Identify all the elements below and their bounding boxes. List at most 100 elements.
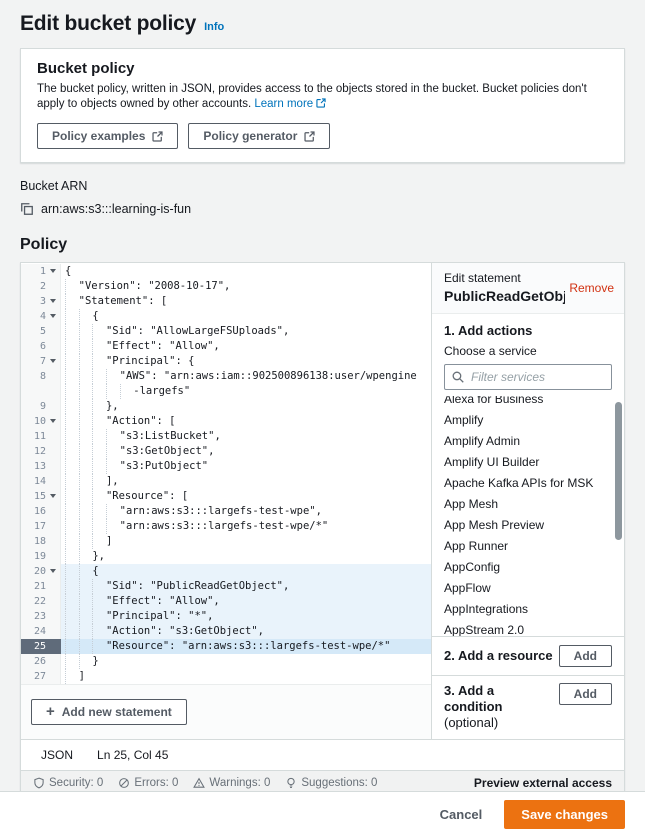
service-item[interactable]: Amplify Admin [432, 431, 624, 452]
code-line[interactable]: 12 "s3:GetObject", [21, 444, 431, 459]
code-line[interactable]: 13 "s3:PutObject" [21, 459, 431, 474]
fold-arrow-icon[interactable] [49, 564, 60, 579]
service-item[interactable]: App Runner [432, 536, 624, 557]
code-text[interactable]: "Version": "2008-10-17", [61, 279, 431, 294]
code-line[interactable]: 19 }, [21, 549, 431, 564]
service-item[interactable]: AppConfig [432, 557, 624, 578]
warnings-count[interactable]: Warnings: 0 [193, 777, 270, 789]
code-text[interactable]: "Statement": [ [61, 294, 431, 309]
code-text[interactable]: ] [61, 669, 431, 684]
code-line[interactable]: 7 "Principal": { [21, 354, 431, 369]
code-text[interactable]: "Principal": "*", [61, 609, 431, 624]
service-item[interactable]: Alexa for Business [432, 396, 624, 410]
code-line[interactable]: 17 "arn:aws:s3:::largefs-test-wpe/*" [21, 519, 431, 534]
code-text[interactable]: "Sid": "PublicReadGetObject", [61, 579, 431, 594]
service-item[interactable]: App Mesh Preview [432, 515, 624, 536]
code-line[interactable]: 9 }, [21, 399, 431, 414]
service-item[interactable]: Apache Kafka APIs for MSK [432, 473, 624, 494]
remove-statement-button[interactable]: Remove [569, 281, 614, 295]
code-line[interactable]: 27 ] [21, 669, 431, 684]
code-line[interactable]: 8 "AWS": "arn:aws:iam::902500896138:user… [21, 369, 431, 384]
code-line[interactable]: 2 "Version": "2008-10-17", [21, 279, 431, 294]
code-text[interactable]: ], [61, 474, 431, 489]
code-lines[interactable]: 1{2 "Version": "2008-10-17",3 "Statement… [21, 263, 431, 684]
code-line[interactable]: 1{ [21, 264, 431, 279]
fold-arrow-icon[interactable] [49, 294, 60, 309]
preview-external-access-link[interactable]: Preview external access [474, 776, 612, 790]
fold-arrow-icon[interactable] [49, 489, 60, 504]
code-text[interactable]: "s3:PutObject" [61, 459, 431, 474]
code-text[interactable]: { [61, 264, 431, 279]
code-line[interactable]: 23 "Principal": "*", [21, 609, 431, 624]
code-line[interactable]: 20 { [21, 564, 431, 579]
code-text[interactable]: "arn:aws:s3:::largefs-test-wpe/*" [61, 519, 431, 534]
code-line[interactable]: 5 "Sid": "AllowLargeFSUploads", [21, 324, 431, 339]
code-line[interactable]: 21 "Sid": "PublicReadGetObject", [21, 579, 431, 594]
code-text[interactable]: "AWS": "arn:aws:iam::902500896138:user/w… [61, 369, 431, 384]
code-text[interactable]: "Resource": "arn:aws:s3:::largefs-test-w… [61, 639, 431, 654]
service-item[interactable]: AppFlow [432, 578, 624, 599]
code-text[interactable]: }, [61, 549, 431, 564]
code-text[interactable]: { [61, 309, 431, 324]
info-link[interactable]: Info [204, 21, 224, 33]
fold-arrow-icon[interactable] [49, 414, 60, 429]
code-line[interactable]: 11 "s3:ListBucket", [21, 429, 431, 444]
add-condition-button[interactable]: Add [559, 683, 612, 705]
code-text[interactable]: } [61, 654, 431, 669]
choose-service-label: Choose a service [444, 344, 612, 358]
code-line[interactable]: 22 "Effect": "Allow", [21, 594, 431, 609]
service-item[interactable]: App Mesh [432, 494, 624, 515]
security-count[interactable]: Security: 0 [33, 777, 103, 789]
code-text[interactable]: }, [61, 399, 431, 414]
save-changes-button[interactable]: Save changes [504, 800, 625, 829]
add-resource-button[interactable]: Add [559, 645, 612, 667]
fold-arrow-icon[interactable] [49, 309, 60, 324]
bucket-arn-label: Bucket ARN [20, 179, 625, 193]
code-line[interactable]: 14 ], [21, 474, 431, 489]
code-line[interactable]: 18 ] [21, 534, 431, 549]
service-item[interactable]: Amplify UI Builder [432, 452, 624, 473]
code-text[interactable]: "Principal": { [61, 354, 431, 369]
code-text[interactable]: "s3:GetObject", [61, 444, 431, 459]
code-line[interactable]: 10 "Action": [ [21, 414, 431, 429]
learn-more-link[interactable]: Learn more [254, 98, 326, 110]
code-text[interactable]: "Sid": "AllowLargeFSUploads", [61, 324, 431, 339]
service-item[interactable]: AppStream 2.0 [432, 620, 624, 636]
code-line[interactable]: 24 "Action": "s3:GetObject", [21, 624, 431, 639]
code-text[interactable]: ] [61, 534, 431, 549]
fold-arrow-icon[interactable] [49, 264, 60, 279]
add-condition-optional: (optional) [444, 715, 498, 730]
copy-arn-button[interactable] [20, 202, 34, 216]
add-new-statement-button[interactable]: + Add new statement [31, 699, 187, 725]
shield-icon [33, 777, 45, 789]
code-line[interactable]: 6 "Effect": "Allow", [21, 339, 431, 354]
service-filter-input[interactable] [444, 364, 612, 390]
code-line[interactable]: 25 "Resource": "arn:aws:s3:::largefs-tes… [21, 639, 431, 654]
code-line[interactable]: 16 "arn:aws:s3:::largefs-test-wpe", [21, 504, 431, 519]
code-text[interactable]: "Effect": "Allow", [61, 339, 431, 354]
code-text[interactable]: -largefs" [61, 384, 431, 399]
code-text[interactable]: "Action": "s3:GetObject", [61, 624, 431, 639]
code-text[interactable]: "s3:ListBucket", [61, 429, 431, 444]
code-text[interactable]: "Resource": [ [61, 489, 431, 504]
code-line[interactable]: -largefs" [21, 384, 431, 399]
service-item[interactable]: AppIntegrations [432, 599, 624, 620]
policy-editor-card: 1{2 "Version": "2008-10-17",3 "Statement… [20, 262, 625, 796]
code-text[interactable]: "Action": [ [61, 414, 431, 429]
services-scrollbar[interactable] [615, 402, 622, 540]
indent-guide [106, 369, 120, 384]
service-item[interactable]: Amplify [432, 410, 624, 431]
code-line[interactable]: 26 } [21, 654, 431, 669]
policy-generator-button[interactable]: Policy generator [188, 123, 330, 149]
code-text[interactable]: { [61, 564, 431, 579]
errors-count[interactable]: Errors: 0 [118, 777, 178, 789]
code-text[interactable]: "arn:aws:s3:::largefs-test-wpe", [61, 504, 431, 519]
code-line[interactable]: 15 "Resource": [ [21, 489, 431, 504]
code-line[interactable]: 3 "Statement": [ [21, 294, 431, 309]
code-line[interactable]: 4 { [21, 309, 431, 324]
cancel-button[interactable]: Cancel [432, 801, 491, 828]
policy-examples-button[interactable]: Policy examples [37, 123, 178, 149]
code-text[interactable]: "Effect": "Allow", [61, 594, 431, 609]
fold-arrow-icon[interactable] [49, 354, 60, 369]
suggestions-count[interactable]: Suggestions: 0 [285, 777, 377, 789]
